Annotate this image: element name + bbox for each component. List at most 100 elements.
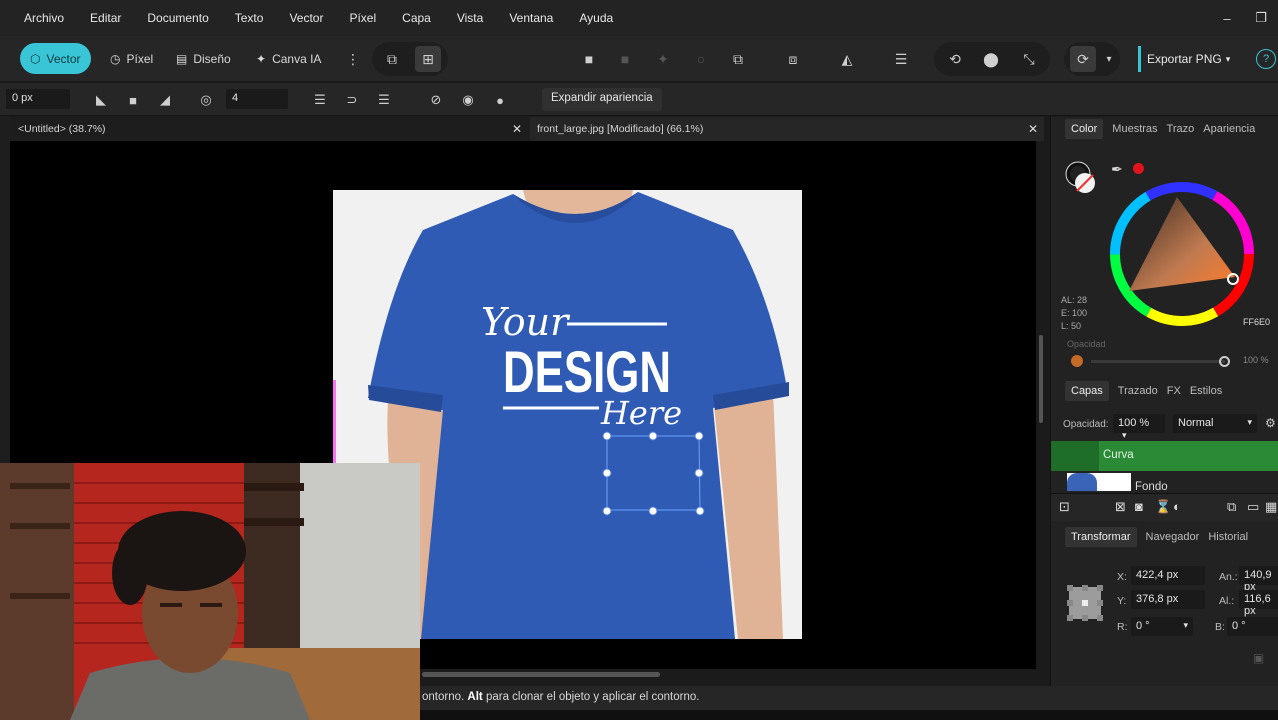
adjustments-icon[interactable]: ⊠ [1115, 499, 1126, 515]
tab-appearance[interactable]: Apariencia [1203, 123, 1255, 135]
context-toolbar: 0 px ◣ ■ ◢ ◎ 4 ☰ ⊃ ☰ ⊘ ◉ ● Expandir apar… [0, 83, 1278, 116]
stroke-circle-icon[interactable]: ◉ [459, 91, 477, 109]
menu-texto[interactable]: Texto [235, 11, 264, 25]
persona-pixel-button[interactable]: ◷ Píxel [100, 43, 163, 74]
export-png-button[interactable]: Exportar PNG ▾ [1138, 46, 1230, 72]
insert-icon[interactable]: ■ [612, 46, 638, 72]
node-icon[interactable]: ⬤ [978, 46, 1004, 72]
arrange-icon[interactable]: ■ [576, 46, 602, 72]
tab-navigator[interactable]: Navegador [1146, 531, 1200, 543]
persona-vector-button[interactable]: ⬡ Vector [20, 43, 91, 74]
layer-opacity-field[interactable]: 100 % ▾ [1113, 414, 1165, 440]
align-right-icon[interactable]: ☰ [375, 91, 393, 109]
document-tabs: <Untitled> (38.7%) ✕ front_large.jpg [Mo… [10, 117, 1044, 141]
menu-vector[interactable]: Vector [289, 11, 323, 25]
shear-label: B: [1215, 621, 1225, 633]
tab-fx[interactable]: FX [1167, 385, 1181, 397]
x-label: X: [1117, 571, 1127, 583]
horizontal-scrollbar[interactable] [422, 672, 660, 677]
tab-layers[interactable]: Capas [1065, 381, 1109, 401]
shear-field[interactable]: 0 ° [1227, 617, 1278, 636]
tab-stroke[interactable]: Trazo [1167, 123, 1195, 135]
flip-icon[interactable]: ◭ [834, 46, 860, 72]
distribute-icon[interactable]: ☰ [888, 46, 914, 72]
menu-ayuda[interactable]: Ayuda [579, 11, 613, 25]
align-center-icon[interactable]: ⊃ [343, 91, 361, 109]
fill-circle-icon[interactable]: ● [491, 91, 509, 109]
add-layer-icon[interactable]: ⊡ [1059, 499, 1070, 515]
vertical-scrollbar[interactable] [1039, 335, 1043, 423]
close-icon[interactable]: ✕ [1028, 122, 1038, 136]
move-back-icon[interactable]: ○ [688, 46, 714, 72]
export-label: Exportar PNG [1147, 52, 1222, 66]
delete-icon[interactable]: ▦ [1265, 499, 1277, 515]
opacity-slider-handle[interactable] [1219, 356, 1230, 367]
color-wheel[interactable] [1107, 179, 1257, 329]
contrast-icon[interactable]: ◐ [1173, 499, 1181, 514]
width-label: An.: [1219, 571, 1238, 583]
fill-stroke-swatch-icon[interactable] [1063, 159, 1107, 203]
fx-icon[interactable]: ⌛ [1155, 499, 1171, 515]
tab-front-large[interactable]: front_large.jpg [Modificado] (66.1%) ✕ [530, 117, 1044, 141]
corner-square-icon[interactable]: ■ [124, 91, 142, 109]
close-icon[interactable]: ✕ [512, 122, 522, 136]
restore-icon[interactable]: ❐ [1244, 10, 1278, 26]
menu-capa[interactable]: Capa [402, 11, 431, 25]
expand-appearance-button[interactable]: Expandir apariencia [542, 88, 662, 111]
stroke-width-field[interactable]: 0 px [6, 89, 70, 109]
menu-pixel[interactable]: Píxel [349, 11, 376, 25]
menu-archivo[interactable]: Archivo [24, 11, 64, 25]
corner-settings-icon[interactable]: ◎ [197, 91, 215, 109]
folder-icon[interactable]: ▭ [1247, 499, 1259, 515]
width-field[interactable]: 140,9 px [1239, 566, 1278, 593]
blend-mode-select[interactable]: Normal ▾ [1173, 414, 1257, 433]
anchor-point-selector[interactable] [1065, 583, 1105, 623]
tab-swatches[interactable]: Muestras [1112, 123, 1157, 135]
y-field[interactable]: 376,8 px [1131, 590, 1205, 609]
mask-icon[interactable]: ◙ [1135, 499, 1143, 514]
chevron-down-icon[interactable]: ▾ [1096, 46, 1122, 72]
resize-icon[interactable]: ⤡ [1016, 46, 1042, 72]
menu-vista[interactable]: Vista [457, 11, 483, 25]
group-icon[interactable]: ⧉ [1227, 499, 1236, 515]
color-hex-value[interactable]: FF6E0 [1243, 317, 1270, 327]
tab-styles[interactable]: Estilos [1190, 385, 1222, 397]
rotate-icon[interactable]: ⟲ [942, 46, 968, 72]
layer-thumbnail [1067, 473, 1131, 491]
opacity-slider[interactable] [1091, 360, 1225, 363]
persona-layout-button[interactable]: ▤ Diseño [166, 43, 241, 74]
menu-editar[interactable]: Editar [90, 11, 121, 25]
stroke-none-icon[interactable]: ⊘ [427, 91, 445, 109]
corner-bevel-icon[interactable]: ◢ [156, 91, 174, 109]
persona-canva-ai-label: Canva IA [272, 51, 322, 66]
eyedropper-icon[interactable]: ✒ [1111, 161, 1123, 178]
link-icon[interactable]: ⟳ [1070, 46, 1096, 72]
snapping-icon[interactable]: ⊞ [415, 46, 441, 72]
rotation-field[interactable]: 0 ° ▾ [1131, 617, 1193, 636]
minimize-icon[interactable]: – [1210, 11, 1244, 26]
help-icon[interactable]: ? [1256, 49, 1276, 69]
more-options-icon[interactable]: ⋮ [340, 46, 366, 72]
menu-ventana[interactable]: Ventana [509, 11, 553, 25]
menu-documento[interactable]: Documento [147, 11, 208, 25]
boolean-icon[interactable]: ⧉ [725, 46, 751, 72]
webcam-person-image [0, 463, 420, 720]
corner-round-icon[interactable]: ◣ [92, 91, 110, 109]
corners-count-field[interactable]: 4 [226, 89, 288, 109]
x-field[interactable]: 422,4 px [1131, 566, 1205, 585]
tab-color[interactable]: Color [1065, 119, 1104, 139]
tab-untitled[interactable]: <Untitled> (38.7%) ✕ [18, 117, 528, 141]
move-forward-icon[interactable]: ✦ [650, 46, 676, 72]
tab-history[interactable]: Historial [1208, 531, 1248, 543]
tab-paths[interactable]: Trazado [1118, 385, 1158, 397]
persona-canva-ai-button[interactable]: ✦ Canva IA [246, 43, 331, 74]
height-field[interactable]: 116,6 px [1239, 590, 1278, 617]
panel-options-icon[interactable]: ▣ [1253, 651, 1264, 665]
place-image-icon[interactable]: ⧉ [379, 46, 405, 72]
layer-row-curve[interactable]: Curva [1051, 441, 1278, 471]
align-left-icon[interactable]: ☰ [311, 91, 329, 109]
align-icon[interactable]: ⧈ [780, 46, 806, 72]
gear-icon[interactable]: ⚙ [1265, 416, 1276, 430]
tab-transform[interactable]: Transformar [1065, 527, 1137, 547]
sparkle-icon: ✦ [256, 51, 267, 66]
